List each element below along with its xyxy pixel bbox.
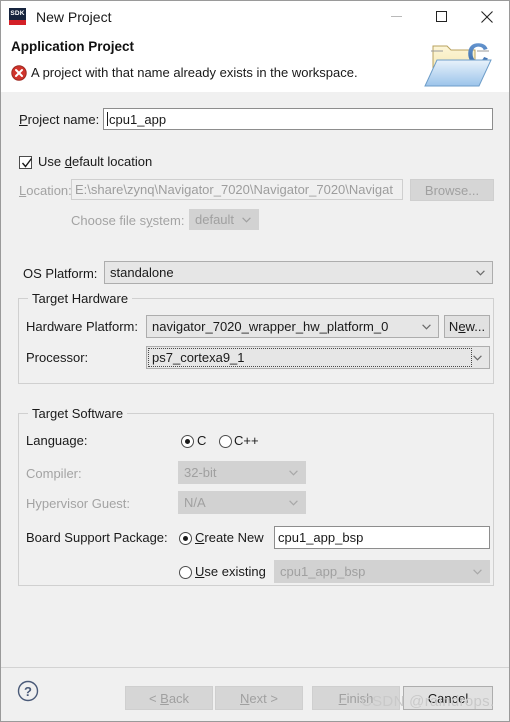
new-project-dialog: SDK New Project Application Project A pr… bbox=[0, 0, 510, 722]
new-hardware-platform-button[interactable]: New... bbox=[444, 315, 490, 338]
project-name-value: cpu1_app bbox=[109, 111, 167, 127]
error-message: A project with that name already exists … bbox=[31, 65, 358, 80]
back-button-label: < Back bbox=[148, 690, 190, 706]
os-platform-value: standalone bbox=[110, 265, 174, 280]
sdk-app-icon-label: SDK bbox=[10, 10, 25, 17]
finish-button: Finish bbox=[312, 686, 400, 710]
os-platform-label: OS Platform: bbox=[23, 266, 98, 281]
location-label: Location: bbox=[19, 183, 72, 198]
target-software-group-title: Target Software bbox=[28, 406, 128, 421]
bsp-radio-create-new[interactable] bbox=[179, 532, 192, 545]
hypervisor-guest-combo: N/A bbox=[178, 491, 306, 514]
target-hardware-group-title: Target Hardware bbox=[28, 291, 133, 306]
next-button: Next > bbox=[215, 686, 303, 710]
dialog-footer: ? < Back Next > Finish Cancel bbox=[1, 667, 509, 721]
language-option-c-label[interactable]: C bbox=[197, 433, 206, 448]
chevron-down-icon bbox=[476, 269, 485, 276]
next-button-label: Next > bbox=[240, 690, 278, 706]
project-name-input[interactable]: cpu1_app bbox=[103, 108, 493, 130]
c-folder-icon: C bbox=[421, 34, 501, 92]
hardware-platform-value: navigator_7020_wrapper_hw_platform_0 bbox=[152, 319, 389, 334]
browse-button-label: Browse... bbox=[424, 182, 480, 198]
window-title: New Project bbox=[36, 8, 112, 25]
dialog-body: Project name: cpu1_app Use default locat… bbox=[1, 92, 509, 667]
choose-file-system-value: default bbox=[195, 212, 235, 227]
title-bar: SDK New Project bbox=[1, 1, 509, 32]
hypervisor-guest-label: Hypervisor Guest: bbox=[26, 496, 131, 511]
back-button: < Back bbox=[125, 686, 213, 710]
chevron-down-icon bbox=[473, 568, 482, 575]
sdk-app-icon: SDK bbox=[9, 8, 26, 25]
bsp-radio-use-existing[interactable] bbox=[179, 566, 192, 579]
cancel-button-label: Cancel bbox=[427, 690, 469, 706]
bsp-use-existing-value: cpu1_app_bsp bbox=[280, 564, 366, 579]
processor-combo[interactable]: ps7_cortexa9_1 bbox=[146, 346, 490, 369]
close-icon[interactable] bbox=[464, 1, 509, 32]
chevron-down-icon bbox=[242, 216, 251, 223]
board-support-package-label: Board Support Package: bbox=[26, 530, 168, 545]
use-default-location-checkbox[interactable] bbox=[19, 156, 33, 169]
svg-text:?: ? bbox=[24, 684, 32, 699]
chevron-down-icon bbox=[422, 323, 431, 330]
compiler-label: Compiler: bbox=[26, 466, 82, 481]
location-value: E:\share\zynq\Navigator_7020\Navigator_7… bbox=[75, 182, 393, 197]
text-caret bbox=[107, 112, 108, 126]
language-option-cpp-label[interactable]: C++ bbox=[234, 433, 259, 448]
language-radio-c[interactable] bbox=[181, 435, 194, 448]
window-controls bbox=[374, 1, 509, 32]
error-icon bbox=[11, 65, 27, 81]
chevron-down-icon bbox=[289, 469, 298, 476]
minimize-icon[interactable] bbox=[374, 1, 419, 32]
hardware-platform-label: Hardware Platform: bbox=[26, 319, 138, 334]
bsp-use-existing-combo: cpu1_app_bsp bbox=[274, 560, 490, 583]
processor-value: ps7_cortexa9_1 bbox=[152, 350, 245, 365]
target-hardware-group: Target Hardware bbox=[18, 291, 494, 384]
bsp-create-new-label[interactable]: Create New bbox=[195, 530, 264, 545]
browse-button: Browse... bbox=[410, 179, 494, 201]
help-icon[interactable]: ? bbox=[17, 680, 39, 702]
finish-button-label: Finish bbox=[338, 690, 374, 706]
chevron-down-icon bbox=[289, 499, 298, 506]
language-radio-cpp[interactable] bbox=[219, 435, 232, 448]
chevron-down-icon bbox=[473, 354, 482, 361]
project-name-label: Project name: bbox=[19, 112, 100, 127]
use-default-location-label[interactable]: Use default location bbox=[38, 154, 152, 169]
cancel-button[interactable]: Cancel bbox=[403, 686, 493, 710]
bsp-use-existing-label[interactable]: Use existing bbox=[195, 564, 266, 579]
hypervisor-guest-value: N/A bbox=[184, 495, 206, 510]
compiler-combo: 32-bit bbox=[178, 461, 306, 484]
language-label: Language: bbox=[26, 433, 88, 448]
location-input: E:\share\zynq\Navigator_7020\Navigator_7… bbox=[71, 179, 403, 200]
bsp-create-new-input[interactable]: cpu1_app_bsp bbox=[274, 526, 490, 549]
choose-file-system-combo: default bbox=[189, 209, 259, 230]
new-button-label: New... bbox=[448, 319, 486, 334]
bsp-create-new-value: cpu1_app_bsp bbox=[278, 530, 364, 545]
os-platform-combo[interactable]: standalone bbox=[104, 261, 493, 284]
page-title: Application Project bbox=[11, 39, 135, 54]
choose-file-system-label: Choose file system: bbox=[71, 213, 185, 228]
maximize-icon[interactable] bbox=[419, 1, 464, 32]
dialog-header: Application Project A project with that … bbox=[1, 32, 509, 93]
hardware-platform-combo[interactable]: navigator_7020_wrapper_hw_platform_0 bbox=[146, 315, 439, 338]
compiler-value: 32-bit bbox=[184, 465, 217, 480]
processor-label: Processor: bbox=[26, 350, 89, 365]
